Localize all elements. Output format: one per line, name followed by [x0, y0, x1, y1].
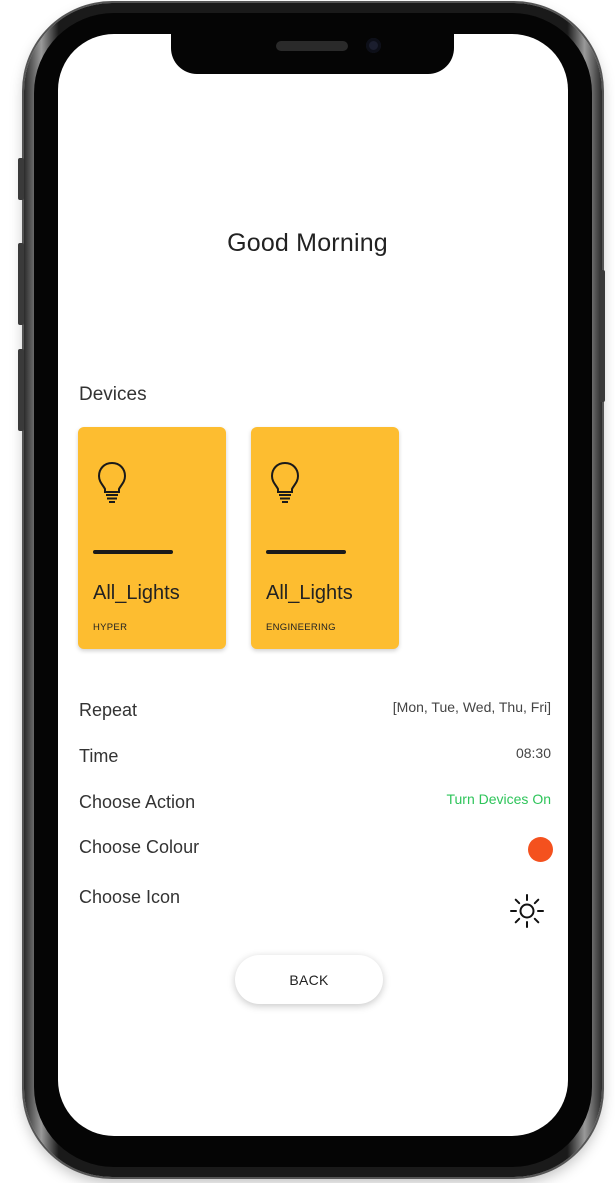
phone-volume-down [18, 349, 24, 431]
repeat-label: Repeat [79, 700, 138, 720]
device-level-bar [266, 550, 346, 554]
colour-label: Choose Colour [79, 837, 200, 857]
lightbulb-icon [97, 461, 127, 503]
phone-camera [366, 38, 381, 53]
lightbulb-icon [270, 461, 300, 503]
phone-power-button [599, 270, 605, 402]
repeat-value[interactable]: [Mon, Tue, Wed, Thu, Fri] [393, 699, 551, 715]
action-label: Choose Action [79, 792, 196, 812]
phone-speaker [276, 41, 348, 51]
device-name: All_Lights [266, 582, 353, 604]
devices-section-label: Devices [79, 384, 147, 405]
device-group: ENGINEERING [266, 622, 336, 633]
phone-silent-switch [18, 158, 24, 200]
device-level-bar [93, 550, 173, 554]
device-card-engineering[interactable]: All_Lights ENGINEERING [251, 427, 399, 649]
icon-label: Choose Icon [79, 887, 181, 907]
phone-notch [171, 34, 454, 74]
device-name: All_Lights [93, 582, 180, 604]
device-card-hyper[interactable]: All_Lights HYPER [78, 427, 226, 649]
device-group: HYPER [93, 622, 128, 633]
colour-swatch[interactable] [528, 837, 553, 862]
back-button[interactable]: BACK [235, 955, 383, 1004]
action-value[interactable]: Turn Devices On [446, 791, 551, 807]
sun-icon[interactable] [509, 893, 545, 929]
page-title: Good Morning [227, 229, 388, 257]
time-label: Time [79, 746, 119, 766]
time-value[interactable]: 08:30 [516, 745, 551, 761]
